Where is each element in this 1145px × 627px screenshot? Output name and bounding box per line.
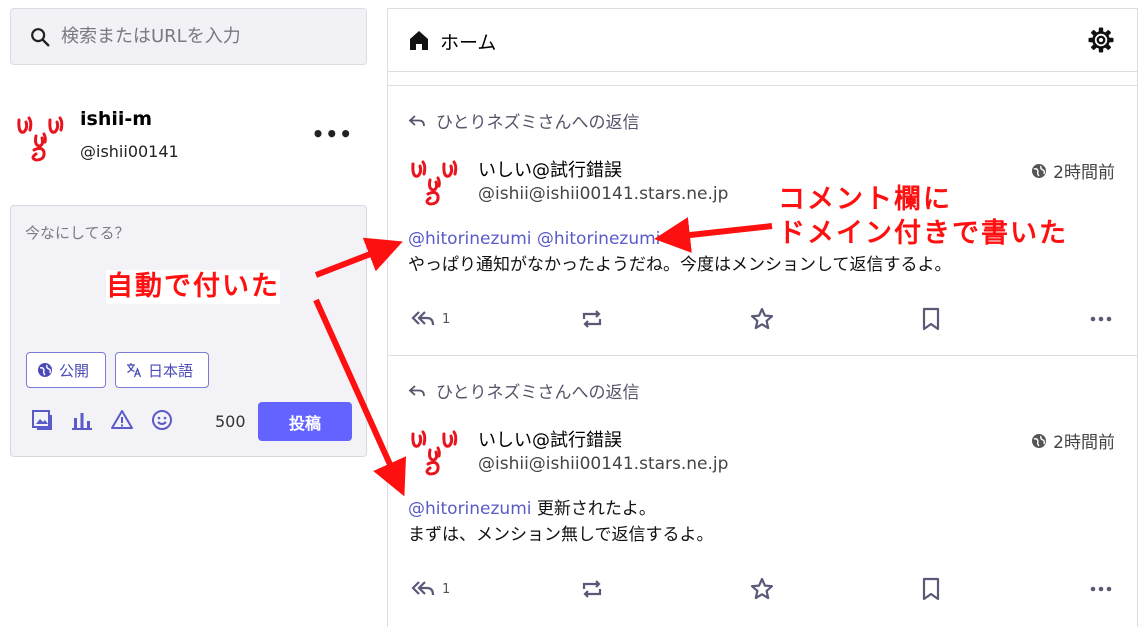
character-counter: 500 <box>215 412 246 431</box>
favourite-button[interactable] <box>749 304 779 334</box>
annotation-auto-added: 自動で付いた <box>106 270 280 304</box>
avatar[interactable] <box>14 108 66 164</box>
bookmark-icon <box>922 307 940 331</box>
media-icon <box>32 410 52 430</box>
reply-indicator: ひとりネズミさんへの返信 <box>408 108 640 133</box>
more-icon <box>1090 316 1112 322</box>
reply-to-label: ひとりネズミさんへの返信 <box>436 383 640 403</box>
status-time[interactable]: 2時間前 <box>1031 158 1115 183</box>
mention-link[interactable]: @hitorinezumi @hitorinezumi <box>408 229 660 249</box>
account-header: ishii-m @ishii00141 ••• <box>10 100 367 180</box>
bookmark-button[interactable] <box>918 574 948 604</box>
globe-icon <box>38 363 52 377</box>
status-action-bar: 1 <box>388 574 1137 604</box>
star-icon <box>750 577 774 600</box>
avatar[interactable] <box>408 152 460 208</box>
avatar[interactable] <box>408 422 460 478</box>
timeline-header: ホーム <box>388 9 1137 72</box>
compose-form: 公開 日本語 <box>10 205 367 457</box>
boost-button[interactable] <box>579 304 609 334</box>
status-content: @hitorinezumi 更新されたよ。 まずは、メンション無しで返信するよ。 <box>408 496 714 548</box>
poll-icon <box>72 413 92 430</box>
annotation-comment-line1: コメント欄に <box>778 184 952 215</box>
bookmark-icon <box>922 577 940 601</box>
visibility-label: 公開 <box>59 361 90 380</box>
status-account: @ishii@ishii00141.stars.ne.jp <box>478 184 729 204</box>
gear-icon[interactable] <box>1087 26 1115 54</box>
favourite-button[interactable] <box>749 574 779 604</box>
reply-arrow-icon <box>408 384 425 396</box>
status-time-label: 2時間前 <box>1053 163 1115 183</box>
emoji-button[interactable] <box>150 408 174 432</box>
reply-indicator: ひとりネズミさんへの返信 <box>408 378 640 403</box>
search-input[interactable] <box>61 26 366 47</box>
reply-all-icon <box>411 581 435 596</box>
status-display-name[interactable]: いしい@試行錯誤 <box>478 156 622 182</box>
globe-icon <box>1032 163 1047 178</box>
emoji-icon <box>152 410 172 430</box>
reply-to-label: ひとりネズミさんへの返信 <box>436 113 640 133</box>
status-text: まずは、メンション無しで返信するよ。 <box>408 525 714 545</box>
poll-button[interactable] <box>70 408 94 432</box>
status-time[interactable]: 2時間前 <box>1031 428 1115 453</box>
translate-icon <box>127 363 142 378</box>
more-button[interactable] <box>1088 574 1118 604</box>
account-handle: @ishii00141 <box>80 142 179 161</box>
media-button[interactable] <box>30 408 54 432</box>
reply-all-icon <box>411 311 435 326</box>
language-label: 日本語 <box>148 361 194 380</box>
home-timeline: ホーム ひとりネズミさんへの返信 いしい@試行錯誤 @ishii@ishii00… <box>387 8 1138 627</box>
account-name[interactable]: ishii-m <box>80 108 152 130</box>
annotation-comment: コメント欄に ドメイン付きで書いた <box>778 183 1118 251</box>
status-action-bar: 1 <box>388 304 1137 334</box>
annotation-comment-line2: ドメイン付きで書いた <box>778 218 1068 249</box>
reply-count: 1 <box>442 311 451 327</box>
language-button[interactable]: 日本語 <box>115 352 209 388</box>
content-warning-button[interactable] <box>110 408 134 432</box>
bookmark-button[interactable] <box>918 304 948 334</box>
search-box[interactable] <box>10 8 367 65</box>
post-button[interactable]: 投稿 <box>258 402 352 441</box>
timeline-title: ホーム <box>440 32 497 54</box>
search-icon <box>31 27 50 46</box>
reply-button[interactable]: 1 <box>410 574 460 604</box>
reply-count: 1 <box>442 581 451 597</box>
status-item[interactable]: ひとりネズミさんへの返信 いしい@試行錯誤 @ishii@ishii00141.… <box>388 355 1137 626</box>
visibility-button[interactable]: 公開 <box>26 352 106 388</box>
status-account: @ishii@ishii00141.stars.ne.jp <box>478 454 729 474</box>
status-time-label: 2時間前 <box>1053 433 1115 453</box>
app-root: ishii-m @ishii00141 ••• 公開 日本語 <box>0 0 1145 627</box>
warning-icon <box>111 410 133 429</box>
status-text: やっぱり通知がなかったようだね。今度はメンションして返信するよ。 <box>408 255 952 275</box>
status-inline-text: 更新されたよ。 <box>531 499 656 519</box>
mention-link[interactable]: @hitorinezumi <box>408 499 532 519</box>
boost-icon <box>582 580 602 598</box>
more-icon <box>1090 586 1112 592</box>
status-display-name[interactable]: いしい@試行錯誤 <box>478 426 622 452</box>
boost-button[interactable] <box>579 574 609 604</box>
boost-icon <box>582 310 602 328</box>
reply-arrow-icon <box>408 114 425 126</box>
globe-icon <box>1032 433 1047 448</box>
home-icon <box>410 31 428 50</box>
account-menu-button[interactable]: ••• <box>312 122 353 146</box>
star-icon <box>750 307 774 330</box>
more-button[interactable] <box>1088 304 1118 334</box>
reply-button[interactable]: 1 <box>410 304 460 334</box>
